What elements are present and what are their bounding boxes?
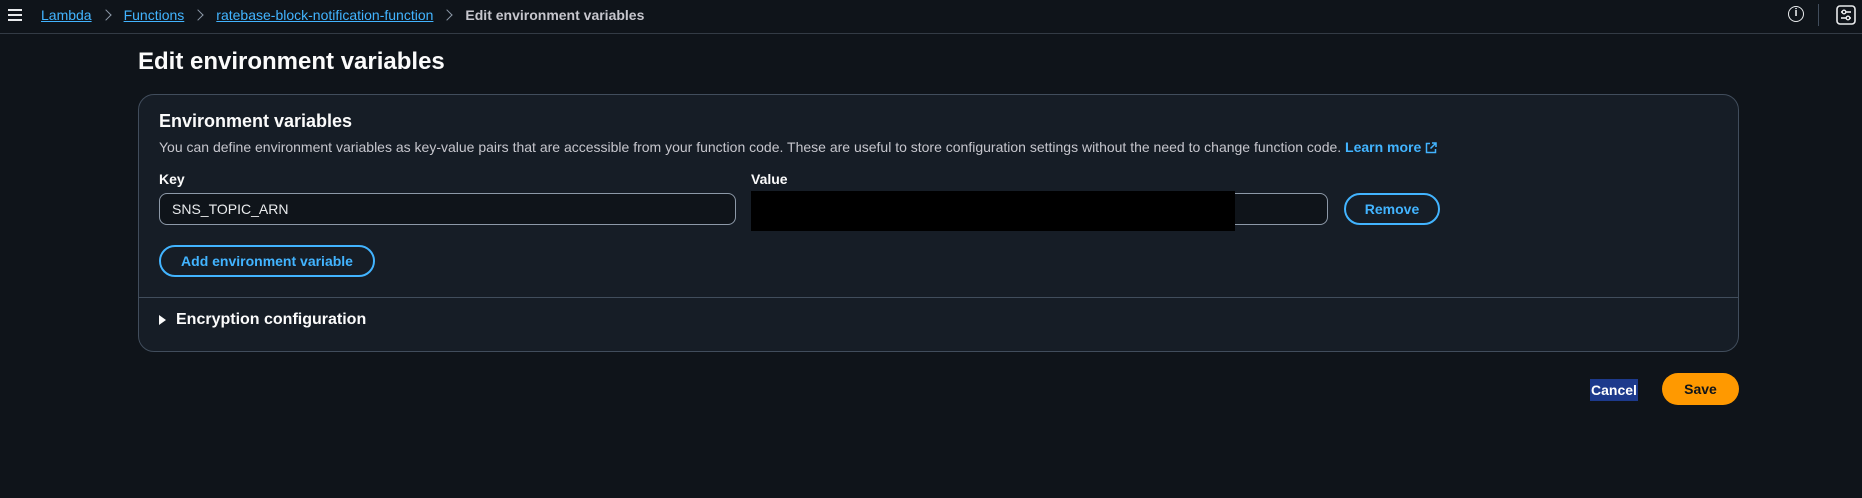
section-description: You can define environment variables as …: [159, 139, 1438, 155]
encryption-configuration-label: Encryption configuration: [176, 311, 367, 328]
info-icon[interactable]: i: [1788, 6, 1804, 22]
section-header: Environment variables: [159, 111, 353, 131]
add-environment-variable-button[interactable]: Add environment variable: [159, 245, 375, 277]
breadcrumb-function-name[interactable]: ratebase-block-notification-function: [216, 7, 433, 23]
preferences-icon[interactable]: [1836, 5, 1856, 25]
section-divider: [139, 297, 1738, 298]
chevron-right-icon: [441, 9, 454, 21]
learn-more-link[interactable]: Learn more: [1345, 139, 1438, 155]
cancel-button[interactable]: Cancel: [1590, 379, 1638, 401]
value-label: Value: [751, 171, 788, 187]
menu-icon[interactable]: [6, 6, 24, 24]
external-link-icon: [1426, 142, 1438, 154]
breadcrumb-functions[interactable]: Functions: [124, 7, 185, 23]
chevron-right-icon: [99, 9, 112, 21]
learn-more-label: Learn more: [1345, 139, 1422, 155]
chevron-right-icon: [192, 9, 204, 21]
description-text: You can define environment variables as …: [159, 139, 1342, 155]
remove-button[interactable]: Remove: [1344, 193, 1440, 225]
encryption-configuration-toggle[interactable]: Encryption configuration: [159, 311, 366, 329]
page-title: Edit environment variables: [138, 48, 445, 75]
toolbar-divider: [1818, 4, 1819, 26]
breadcrumb-lambda[interactable]: Lambda: [41, 7, 92, 23]
key-input[interactable]: [159, 193, 736, 225]
save-button[interactable]: Save: [1662, 373, 1739, 405]
redacted-value: [751, 191, 1235, 231]
caret-right-icon: [159, 315, 166, 325]
key-label: Key: [159, 171, 185, 187]
breadcrumb: Lambda Functions ratebase-block-notifica…: [41, 0, 644, 30]
top-navigation-bar: Lambda Functions ratebase-block-notifica…: [0, 0, 1862, 34]
breadcrumb-current: Edit environment variables: [465, 7, 645, 23]
environment-variables-container: Environment variables You can define env…: [138, 94, 1739, 352]
